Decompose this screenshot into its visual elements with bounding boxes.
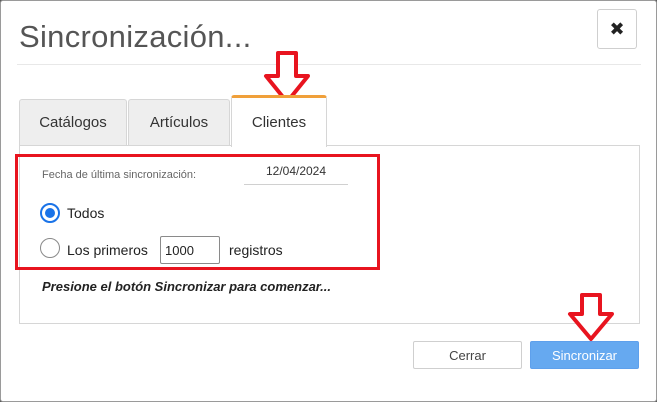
last-sync-date: 12/04/2024 — [244, 161, 348, 185]
record-count-input[interactable] — [160, 236, 220, 264]
radio-los-primeros-label: Los primeros — [67, 242, 148, 258]
radio-los-primeros[interactable] — [40, 238, 60, 258]
annotation-arrow-icon — [568, 293, 614, 341]
sync-button[interactable]: Sincronizar — [530, 341, 639, 369]
sync-dialog: Sincronización... ✖ Catálogos Artículos … — [0, 0, 657, 402]
tab-catalogos[interactable]: Catálogos — [19, 99, 127, 145]
header-divider — [17, 64, 641, 65]
dialog-title: Sincronización... — [19, 19, 252, 54]
tab-label: Clientes — [251, 114, 307, 131]
last-sync-label: Fecha de última sincronización: — [42, 169, 197, 181]
close-icon: ✖ — [609, 18, 625, 39]
close-dialog-button[interactable]: Cerrar — [413, 341, 522, 369]
tab-label: Artículos — [149, 114, 209, 131]
tab-clientes[interactable]: Clientes — [231, 95, 327, 147]
tab-label: Catálogos — [39, 114, 107, 131]
radio-todos[interactable] — [40, 203, 60, 223]
records-suffix: registros — [229, 242, 283, 258]
instruction-text: Presione el botón Sincronizar para comen… — [42, 279, 331, 294]
close-button[interactable]: ✖ — [597, 9, 637, 49]
radio-todos-label: Todos — [67, 205, 105, 221]
tab-articulos[interactable]: Artículos — [128, 99, 230, 145]
